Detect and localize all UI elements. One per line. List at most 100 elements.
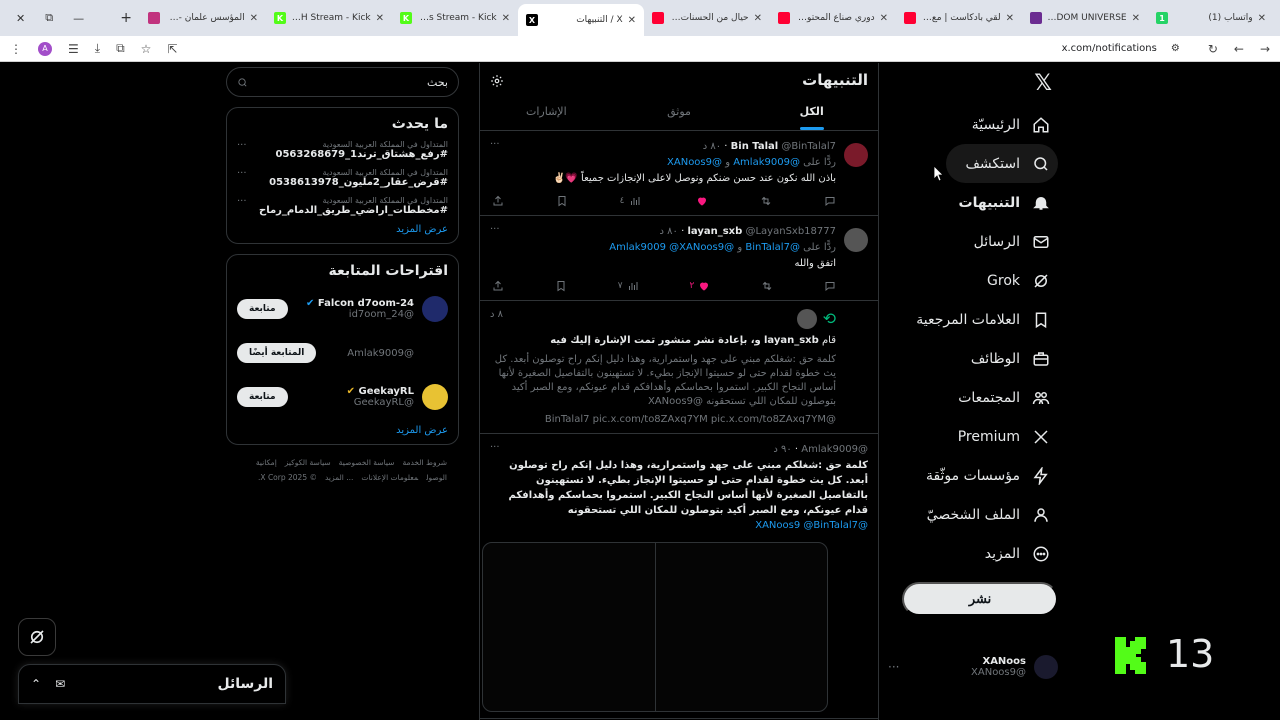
suggestion-handle[interactable]: @Amlak9009: [347, 348, 414, 359]
repost-button[interactable]: [760, 193, 772, 209]
repost-notification[interactable]: ٨ د ⟲ قام layan_sxb و، بإعادة نشر منشور …: [480, 301, 878, 434]
repost-actor[interactable]: layan_sxb: [764, 335, 819, 346]
close-tab-icon[interactable]: ✕: [250, 13, 258, 24]
close-tab-icon[interactable]: ✕: [1006, 13, 1014, 24]
profile-avatar[interactable]: A: [38, 41, 52, 56]
tab-0[interactable]: الكل: [745, 94, 878, 130]
footer-link[interactable]: © 2025 X Corp.: [258, 473, 317, 482]
footer-link[interactable]: سياسة الخصوصية: [339, 458, 395, 467]
browser-tab[interactable]: ✕ دوري صناع المحتوى -: [770, 4, 896, 32]
trends-show-more[interactable]: عرض المزيد: [237, 224, 448, 235]
follow-suggestion[interactable]: Falcon d7oom-24 ✔ @id7oom_24 متابعة: [237, 287, 448, 331]
follow-suggestion[interactable]: @Amlak9009 المتابعة أيضًا: [237, 331, 448, 375]
author-name[interactable]: layan_sxb: [687, 226, 742, 237]
x-logo-icon[interactable]: 𝕏: [1028, 71, 1052, 96]
post-media[interactable]: [482, 542, 828, 712]
suggestion-name[interactable]: GeekayRL ✔: [347, 386, 414, 397]
gear-icon[interactable]: [490, 73, 504, 87]
footer-link[interactable]: شروط الخدمة: [402, 458, 447, 467]
post-button[interactable]: نشر: [902, 582, 1058, 616]
reply-button[interactable]: [824, 278, 836, 294]
author-handle[interactable]: @BinTalal7: [781, 141, 836, 152]
more-dots-icon[interactable]: ···: [237, 196, 247, 207]
more-dots-icon[interactable]: ···: [490, 222, 500, 238]
search-input[interactable]: [256, 75, 448, 89]
avatar[interactable]: [422, 384, 448, 410]
address-bar[interactable]: x.com/notifications: [1062, 43, 1157, 54]
mention-post[interactable]: ··· @Amlak9009 · ٩٠ د كلمة حق :شغلكم مبن…: [480, 434, 878, 719]
follow-button[interactable]: متابعة: [237, 387, 288, 407]
more-dots-icon[interactable]: ···: [490, 440, 500, 456]
browser-tab[interactable]: ✕ X / التنبيهات X: [518, 4, 644, 36]
share-button[interactable]: [492, 193, 504, 209]
suggestion-name[interactable]: Falcon d7oom-24 ✔: [306, 298, 414, 309]
nav-item-home[interactable]: الرئيسيّة: [888, 105, 1058, 144]
share-icon[interactable]: ⇱: [167, 42, 177, 56]
nav-item-profile[interactable]: الملف الشخصيّ: [888, 495, 1058, 534]
extensions-icon[interactable]: ⧉: [116, 41, 125, 56]
close-tab-icon[interactable]: ✕: [628, 15, 636, 26]
avatar[interactable]: [422, 296, 448, 322]
star-icon[interactable]: ☆: [141, 42, 152, 56]
author-handle[interactable]: @LayanSxb18777: [745, 226, 836, 237]
close-window-icon[interactable]: ✕: [16, 12, 25, 25]
nav-item-premium[interactable]: Premium: [888, 417, 1058, 456]
forward-icon[interactable]: →: [1260, 42, 1270, 56]
bookmark-button[interactable]: [556, 193, 568, 209]
account-switcher[interactable]: XANoos @XANoos9 ···: [888, 649, 1058, 685]
nav-item-notifications[interactable]: التنبيهات: [888, 183, 1058, 222]
nav-item-orgs[interactable]: مؤسسات موثّقة: [888, 456, 1058, 495]
follow-button[interactable]: المتابعة أيضًا: [237, 343, 317, 363]
sidebar-toggle-icon[interactable]: ☰: [68, 42, 79, 56]
reply-notification[interactable]: ··· layan_sxb @LayanSxb18777 · ٨٠ د ردًّا …: [480, 216, 878, 301]
reply-button[interactable]: [824, 193, 836, 209]
close-tab-icon[interactable]: ✕: [754, 13, 762, 24]
like-button[interactable]: ٢: [689, 278, 710, 294]
nav-item-bookmarks[interactable]: العلامات المرجعية: [888, 300, 1058, 339]
footer-link[interactable]: معلومات الإعلانات: [361, 473, 418, 482]
tab-1[interactable]: موثق: [613, 94, 746, 130]
nav-item-explore[interactable]: استكشف: [946, 144, 1058, 183]
minimize-window-icon[interactable]: —: [73, 12, 84, 25]
like-button[interactable]: [692, 193, 708, 209]
download-icon[interactable]: ⤓: [95, 41, 100, 56]
reply-mention[interactable]: @BinTalal7: [745, 242, 800, 253]
more-dots-icon[interactable]: ···: [237, 140, 247, 151]
search-box[interactable]: [226, 67, 459, 97]
reply-mention[interactable]: @XANoos9: [667, 157, 722, 168]
avatar[interactable]: [844, 143, 868, 167]
new-message-icon[interactable]: ✉: [55, 677, 65, 691]
close-tab-icon[interactable]: ✕: [880, 13, 888, 24]
who-show-more[interactable]: عرض المزيد: [237, 425, 448, 436]
suggestion-handle[interactable]: @id7oom_24: [306, 309, 414, 320]
site-settings-icon[interactable]: ⚙: [1171, 43, 1180, 54]
post-handle[interactable]: @Amlak9009: [801, 444, 868, 455]
avatar[interactable]: [844, 228, 868, 252]
reply-mention[interactable]: @Amlak9009: [733, 157, 800, 168]
close-tab-icon[interactable]: ✕: [1132, 13, 1140, 24]
browser-tab[interactable]: ✕ حيال من الحسنات يحدث...: [644, 4, 770, 32]
reload-icon[interactable]: ↻: [1208, 42, 1218, 56]
author-name[interactable]: Bin Talal: [731, 141, 779, 152]
chevron-up-icon[interactable]: ⌃: [31, 677, 41, 691]
nav-item-communities[interactable]: المجتمعات: [888, 378, 1058, 417]
footer-link[interactable]: ... المزيد: [325, 473, 353, 482]
quoted-links[interactable]: @BinTalal7 pic.x.com/to8ZAxq7YM pic.x.co…: [490, 413, 836, 427]
new-tab-icon[interactable]: +: [112, 10, 140, 26]
more-dots-icon[interactable]: ···: [490, 137, 500, 153]
views-button[interactable]: ٧: [618, 278, 639, 294]
trend-item[interactable]: المتداول في المملكة العربية السعودية #مخط…: [237, 196, 448, 216]
trend-item[interactable]: المتداول في المملكة العربية السعودية #رفع…: [237, 140, 448, 160]
more-dots-icon[interactable]: ···: [888, 660, 899, 674]
browser-tab[interactable]: ✕ STARDOM UNIVERSE: [1022, 4, 1148, 32]
footer-link[interactable]: سياسة الكوكيز: [285, 458, 331, 467]
messages-drawer[interactable]: الرسائل ✉ ⌃: [18, 664, 286, 704]
nav-item-more[interactable]: المزيد: [888, 534, 1058, 573]
reply-notification[interactable]: ··· Bin Talal @BinTalal7 · ٨٠ د ردًّا على …: [480, 131, 878, 216]
tab-2[interactable]: الإشارات: [480, 94, 613, 130]
browser-tab[interactable]: ✕ لقي بادكاست | مع أبو...: [896, 4, 1022, 32]
follow-suggestion[interactable]: GeekayRL ✔ @GeekayRL متابعة: [237, 375, 448, 419]
restore-window-icon[interactable]: ⧉: [45, 11, 53, 25]
post-mentions[interactable]: @XANoos9 @BinTalal7: [490, 518, 868, 534]
bookmark-button[interactable]: [555, 278, 567, 294]
